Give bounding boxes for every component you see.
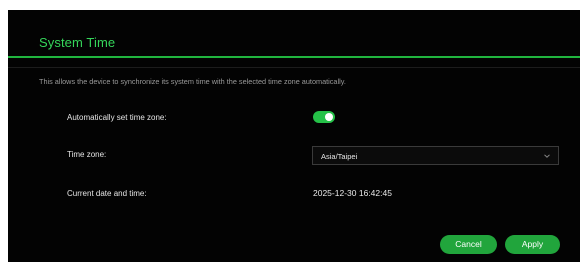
apply-button[interactable]: Apply	[505, 235, 560, 254]
system-time-dialog: System Time This allows the device to sy…	[8, 10, 580, 262]
chevron-down-icon	[544, 154, 550, 158]
dialog-title: System Time	[39, 35, 116, 50]
timezone-label: Time zone:	[67, 150, 107, 159]
timezone-selected-value: Asia/Taipei	[321, 152, 358, 161]
section-divider	[8, 67, 580, 68]
cancel-button[interactable]: Cancel	[440, 235, 497, 254]
auto-timezone-toggle[interactable]	[313, 111, 335, 123]
current-time-value: 2025-12-30 16:42:45	[313, 188, 392, 198]
timezone-select[interactable]: Asia/Taipei	[312, 146, 559, 165]
auto-timezone-label: Automatically set time zone:	[67, 113, 167, 122]
toggle-knob	[325, 113, 333, 121]
current-time-label: Current date and time:	[67, 189, 147, 198]
dialog-description: This allows the device to synchronize it…	[39, 77, 346, 86]
title-divider	[8, 56, 580, 58]
